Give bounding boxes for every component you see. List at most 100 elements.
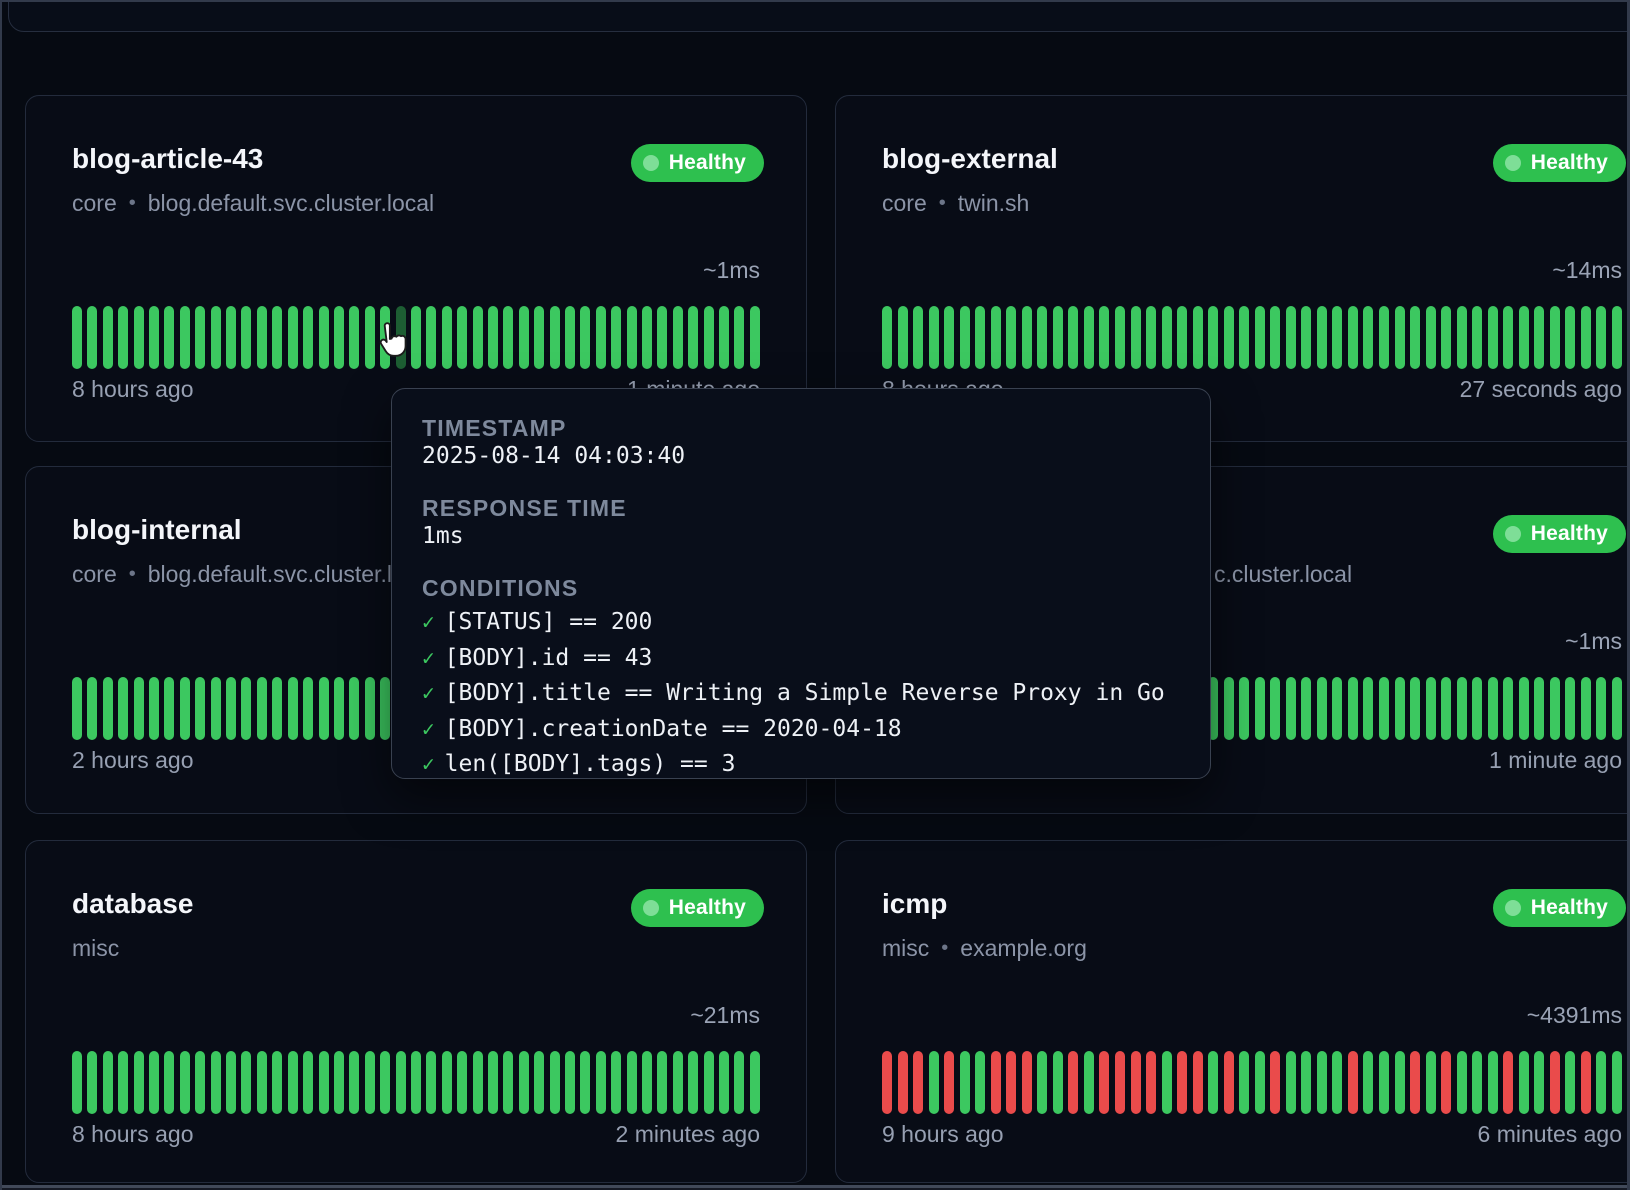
uptime-bar[interactable] [1488, 1051, 1498, 1114]
uptime-bar[interactable] [1565, 1051, 1575, 1114]
uptime-bar[interactable] [688, 306, 698, 369]
uptime-bar[interactable] [1224, 677, 1234, 740]
uptime-bar[interactable] [1332, 1051, 1342, 1114]
uptime-bar[interactable] [1193, 306, 1203, 369]
uptime-bar[interactable] [164, 306, 174, 369]
uptime-bar[interactable] [180, 306, 190, 369]
uptime-bar[interactable] [1208, 1051, 1218, 1114]
uptime-bar[interactable] [426, 306, 436, 369]
uptime-bar[interactable] [1006, 306, 1016, 369]
uptime-bar[interactable] [211, 677, 221, 740]
uptime-bar[interactable] [1534, 1051, 1544, 1114]
uptime-bar[interactable] [1053, 306, 1063, 369]
uptime-bar[interactable] [303, 677, 313, 740]
uptime-bar[interactable] [87, 306, 97, 369]
uptime-bar[interactable] [349, 1051, 359, 1114]
uptime-bar[interactable] [488, 1051, 498, 1114]
uptime-bar[interactable] [750, 306, 760, 369]
uptime-bar[interactable] [642, 1051, 652, 1114]
uptime-bar[interactable] [1270, 306, 1280, 369]
uptime-bar[interactable] [1441, 677, 1451, 740]
uptime-bar[interactable] [134, 677, 144, 740]
uptime-bar[interactable] [734, 306, 744, 369]
uptime-bar[interactable] [1255, 1051, 1265, 1114]
uptime-bar[interactable] [1581, 306, 1591, 369]
uptime-bar[interactable] [1084, 306, 1094, 369]
uptime-bar[interactable] [580, 306, 590, 369]
service-card-database[interactable]: databasemiscHealthy~21ms8 hours ago2 min… [25, 840, 807, 1183]
uptime-bar[interactable] [565, 1051, 575, 1114]
uptime-bar[interactable] [1612, 677, 1622, 740]
uptime-bar[interactable] [380, 1051, 390, 1114]
uptime-bar[interactable] [1457, 677, 1467, 740]
uptime-bar[interactable] [180, 677, 190, 740]
uptime-bar[interactable] [1379, 677, 1389, 740]
service-card-icmp[interactable]: icmpmisc•example.orgHealthy~4391ms9 hour… [835, 840, 1630, 1183]
uptime-bar[interactable] [118, 677, 128, 740]
uptime-bar[interactable] [1612, 1051, 1622, 1114]
uptime-bar[interactable] [960, 1051, 970, 1114]
uptime-bar[interactable] [944, 306, 954, 369]
uptime-bar[interactable] [1053, 1051, 1063, 1114]
uptime-bar[interactable] [975, 306, 985, 369]
uptime-bar[interactable] [975, 1051, 985, 1114]
uptime-bar[interactable] [1286, 1051, 1296, 1114]
uptime-bar[interactable] [1379, 306, 1389, 369]
uptime-bar[interactable] [226, 677, 236, 740]
uptime-bar[interactable] [180, 1051, 190, 1114]
uptime-bar[interactable] [87, 677, 97, 740]
uptime-bar[interactable] [627, 1051, 637, 1114]
uptime-bar[interactable] [473, 306, 483, 369]
uptime-bar[interactable] [195, 306, 205, 369]
uptime-bar[interactable] [898, 306, 908, 369]
uptime-bar[interactable] [1503, 677, 1513, 740]
uptime-bar[interactable] [1565, 677, 1575, 740]
uptime-bar[interactable] [534, 306, 544, 369]
uptime-bar[interactable] [1037, 1051, 1047, 1114]
uptime-bar[interactable] [503, 1051, 513, 1114]
uptime-bar[interactable] [149, 306, 159, 369]
uptime-bar[interactable] [611, 306, 621, 369]
uptime-bar[interactable] [596, 1051, 606, 1114]
uptime-bar[interactable] [1131, 306, 1141, 369]
uptime-bar[interactable] [1363, 1051, 1373, 1114]
uptime-bar[interactable] [1239, 1051, 1249, 1114]
uptime-bar[interactable] [1317, 306, 1327, 369]
uptime-bar[interactable] [103, 677, 113, 740]
uptime-bar[interactable] [241, 306, 251, 369]
uptime-bar[interactable] [898, 1051, 908, 1114]
uptime-bar[interactable] [1286, 306, 1296, 369]
uptime-bar[interactable] [1022, 306, 1032, 369]
uptime-bar[interactable] [1503, 306, 1513, 369]
uptime-bar[interactable] [87, 1051, 97, 1114]
uptime-bar[interactable] [1519, 677, 1529, 740]
uptime-bar[interactable] [1379, 1051, 1389, 1114]
uptime-bar[interactable] [1581, 1051, 1591, 1114]
uptime-bar[interactable] [1332, 677, 1342, 740]
uptime-bar[interactable] [211, 306, 221, 369]
uptime-bar[interactable] [396, 1051, 406, 1114]
uptime-bar[interactable] [1348, 677, 1358, 740]
uptime-bar[interactable] [882, 1051, 892, 1114]
uptime-bar[interactable] [72, 306, 82, 369]
uptime-bar[interactable] [334, 306, 344, 369]
uptime-bar[interactable] [688, 1051, 698, 1114]
uptime-bar[interactable] [750, 1051, 760, 1114]
uptime-bar[interactable] [627, 306, 637, 369]
uptime-bar[interactable] [1224, 1051, 1234, 1114]
uptime-bar[interactable] [1472, 1051, 1482, 1114]
uptime-bar[interactable] [1426, 1051, 1436, 1114]
uptime-bar[interactable] [657, 306, 667, 369]
uptime-bar[interactable] [442, 306, 452, 369]
uptime-bar[interactable] [1177, 1051, 1187, 1114]
uptime-bar[interactable] [257, 677, 267, 740]
uptime-bar[interactable] [1115, 1051, 1125, 1114]
uptime-bar[interactable] [565, 306, 575, 369]
uptime-bar[interactable] [1162, 1051, 1172, 1114]
uptime-bar[interactable] [226, 306, 236, 369]
uptime-bar[interactable] [1270, 1051, 1280, 1114]
uptime-bar[interactable] [1441, 1051, 1451, 1114]
uptime-bar[interactable] [1363, 306, 1373, 369]
uptime-bar[interactable] [1177, 306, 1187, 369]
uptime-bar[interactable] [195, 677, 205, 740]
